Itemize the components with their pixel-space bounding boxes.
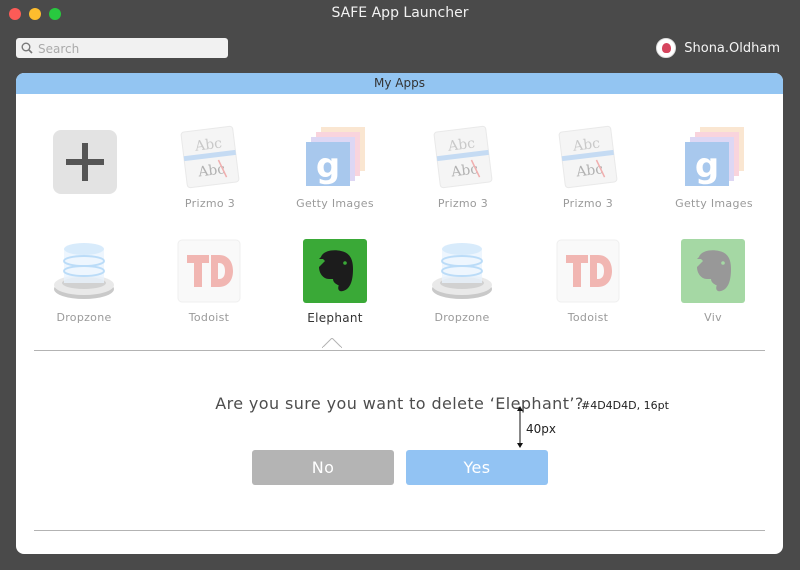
avatar xyxy=(656,38,677,58)
prizmo-icon xyxy=(178,125,242,189)
spacing-measure-icon xyxy=(517,406,523,448)
search-box[interactable] xyxy=(16,38,228,59)
evernote-elephant-icon xyxy=(303,239,367,303)
user-account[interactable]: Shona.Oldham xyxy=(656,38,780,58)
todoist-icon xyxy=(556,239,620,303)
dropzone-icon xyxy=(52,239,116,303)
app-tile[interactable]: Getty Images xyxy=(272,125,398,210)
prizmo-icon xyxy=(431,125,495,189)
app-label: Dropzone xyxy=(434,311,490,324)
app-label: Viv xyxy=(704,311,722,324)
app-label: Prizmo 3 xyxy=(437,197,489,210)
app-tile[interactable]: Todoist xyxy=(525,239,651,324)
app-label: Todoist xyxy=(567,311,609,324)
title-bar: SAFE App Launcher xyxy=(0,0,800,30)
no-button[interactable]: No xyxy=(252,450,394,485)
getty-images-icon xyxy=(303,125,367,189)
getty-images-icon xyxy=(682,125,746,189)
my-apps-panel: My Apps Prizmo 3 Getty Images Prizmo 3 P… xyxy=(16,73,783,554)
divider xyxy=(34,350,765,351)
app-tile[interactable]: Dropzone xyxy=(21,239,147,324)
app-label: Prizmo 3 xyxy=(184,197,236,210)
spacing-annotation: 40px xyxy=(526,422,556,436)
app-tile[interactable]: Viv xyxy=(650,239,776,324)
app-label: Todoist xyxy=(188,311,230,324)
yes-button[interactable]: Yes xyxy=(406,450,548,485)
add-app-button[interactable] xyxy=(22,130,148,194)
app-tile[interactable]: Dropzone xyxy=(399,239,525,324)
evernote-elephant-icon xyxy=(681,239,745,303)
todoist-icon xyxy=(177,239,241,303)
app-tile-selected[interactable]: Elephant xyxy=(272,239,398,325)
app-label: Dropzone xyxy=(56,311,112,324)
selection-pointer xyxy=(322,338,342,348)
add-icon xyxy=(53,130,117,194)
username: Shona.Oldham xyxy=(684,40,780,56)
search-icon xyxy=(21,42,33,54)
app-tile[interactable]: Getty Images xyxy=(651,125,777,210)
search-input[interactable] xyxy=(38,39,218,59)
spec-annotation: #4D4D4D, 16pt xyxy=(581,399,669,412)
panel-title: My Apps xyxy=(16,73,783,94)
prizmo-icon xyxy=(556,125,620,189)
dropzone-icon xyxy=(430,239,494,303)
app-tile[interactable]: Prizmo 3 xyxy=(400,125,526,210)
app-tile[interactable]: Prizmo 3 xyxy=(525,125,651,210)
divider xyxy=(34,530,765,531)
app-label: Getty Images xyxy=(296,197,374,210)
app-tile[interactable]: Prizmo 3 xyxy=(147,125,273,210)
app-label: Prizmo 3 xyxy=(562,197,614,210)
app-tile[interactable]: Todoist xyxy=(146,239,272,324)
app-label: Elephant xyxy=(307,311,363,325)
window-title: SAFE App Launcher xyxy=(331,5,469,21)
app-label: Getty Images xyxy=(675,197,753,210)
